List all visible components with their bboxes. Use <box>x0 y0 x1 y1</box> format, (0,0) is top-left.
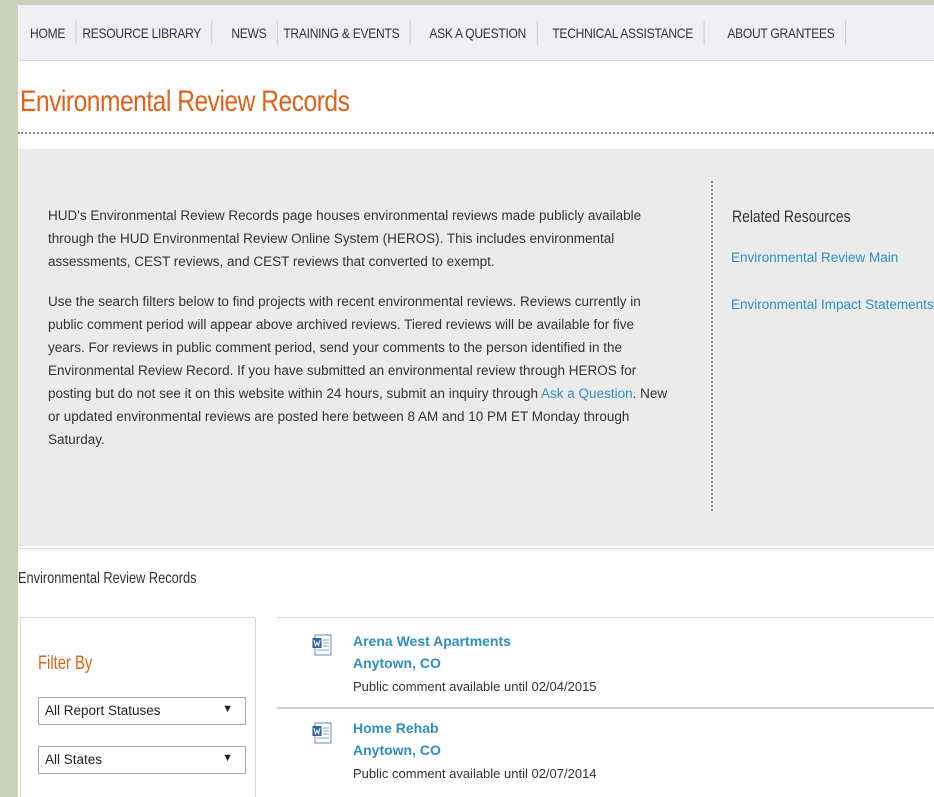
related-resources-title: Related Resources <box>732 207 851 226</box>
filter-title: Filter By <box>38 653 93 674</box>
nav-ask-a-question[interactable]: ASK A QUESTION <box>419 20 537 45</box>
list-item: Arena West Apartments Anytown, CO Public… <box>277 617 934 706</box>
records-section-title: Environmental Review Records <box>18 570 197 587</box>
triangle-down-icon: ▼ <box>222 752 233 764</box>
result-location: Anytown, CO <box>353 742 441 758</box>
page-title: Environmental Review Records <box>20 85 350 118</box>
word-document-icon[interactable] <box>312 634 332 656</box>
results-list: Arena West Apartments Anytown, CO Public… <box>277 617 934 797</box>
environmental-review-main-link[interactable]: Environmental Review Main <box>731 250 898 265</box>
result-title-link[interactable]: Home Rehab <box>353 720 439 736</box>
result-status: Public comment available until 02/04/201… <box>353 679 597 694</box>
intro-paragraph-2-text: Use the search filters below to find pro… <box>48 294 641 401</box>
title-divider <box>18 132 934 134</box>
list-item: Home Rehab Anytown, CO Public comment av… <box>277 707 934 797</box>
nav-training-events[interactable]: TRAINING & EVENTS <box>273 20 411 45</box>
nav-news[interactable]: NEWS <box>221 20 278 45</box>
result-location: Anytown, CO <box>353 655 441 671</box>
top-navigation: HOME RESOURCE LIBRARY NEWS TRAINING & EV… <box>18 5 934 61</box>
nav-technical-assistance[interactable]: TECHNICAL ASSISTANCE <box>542 20 705 45</box>
report-status-value: All Report Statuses <box>45 703 161 718</box>
intro-paragraph-2: Use the search filters below to find pro… <box>48 290 668 451</box>
nav-resource-library[interactable]: RESOURCE LIBRARY <box>72 20 213 45</box>
nav-about-grantees[interactable]: ABOUT GRANTEES <box>717 20 846 45</box>
state-select[interactable]: All States ▼ <box>38 746 246 774</box>
intro-text: HUD's Environmental Review Records page … <box>48 204 668 468</box>
ask-a-question-link[interactable]: Ask a Question <box>541 386 633 401</box>
intro-panel: HUD's Environmental Review Records page … <box>18 149 934 546</box>
page-frame: HOME RESOURCE LIBRARY NEWS TRAINING & EV… <box>18 5 934 797</box>
result-status: Public comment available until 02/07/201… <box>353 766 597 781</box>
triangle-down-icon: ▼ <box>222 703 233 715</box>
result-title-link[interactable]: Arena West Apartments <box>353 633 511 649</box>
state-value: All States <box>45 752 103 767</box>
nav-home[interactable]: HOME <box>18 20 77 45</box>
section-divider <box>18 548 934 549</box>
intro-paragraph-1: HUD's Environmental Review Records page … <box>48 208 642 269</box>
environmental-impact-statements-link[interactable]: Environmental Impact Statements <box>731 297 934 312</box>
word-document-icon[interactable] <box>312 722 332 744</box>
sidebar-divider <box>711 181 713 511</box>
filter-panel: Filter By All Report Statuses ▼ All Stat… <box>20 617 256 797</box>
report-status-select[interactable]: All Report Statuses ▼ <box>38 697 246 725</box>
